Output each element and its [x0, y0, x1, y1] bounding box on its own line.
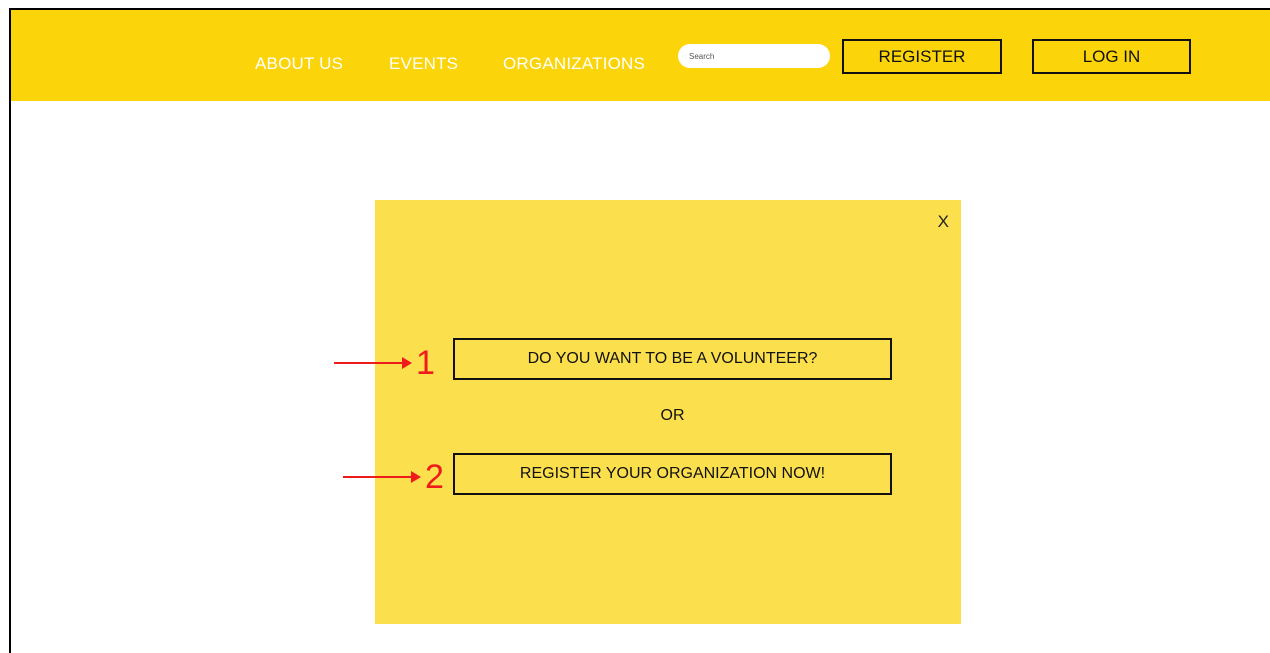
arrow-right-icon: [334, 357, 412, 369]
signup-modal: X DO YOU WANT TO BE A VOLUNTEER? OR REGI…: [375, 200, 961, 624]
annotation-number: 1: [416, 344, 435, 382]
annotation-number: 2: [425, 458, 444, 496]
page-frame: ABOUT US EVENTS ORGANIZATIONS REGISTER L…: [9, 8, 1270, 653]
search-input[interactable]: [678, 44, 830, 68]
arrow-right-icon: [343, 471, 421, 483]
or-separator: OR: [660, 407, 685, 424]
annotation-2: 2: [341, 457, 461, 497]
register-organization-button[interactable]: REGISTER YOUR ORGANIZATION NOW!: [453, 453, 892, 495]
annotation-1: 1: [332, 343, 452, 383]
register-button[interactable]: REGISTER: [842, 39, 1002, 74]
nav-organizations[interactable]: ORGANIZATIONS: [503, 54, 645, 74]
nav-about-us[interactable]: ABOUT US: [255, 54, 343, 74]
login-button[interactable]: LOG IN: [1032, 39, 1191, 74]
nav-events[interactable]: EVENTS: [389, 54, 458, 74]
site-header: ABOUT US EVENTS ORGANIZATIONS REGISTER L…: [11, 10, 1270, 101]
close-icon[interactable]: X: [938, 212, 949, 232]
volunteer-button[interactable]: DO YOU WANT TO BE A VOLUNTEER?: [453, 338, 892, 380]
